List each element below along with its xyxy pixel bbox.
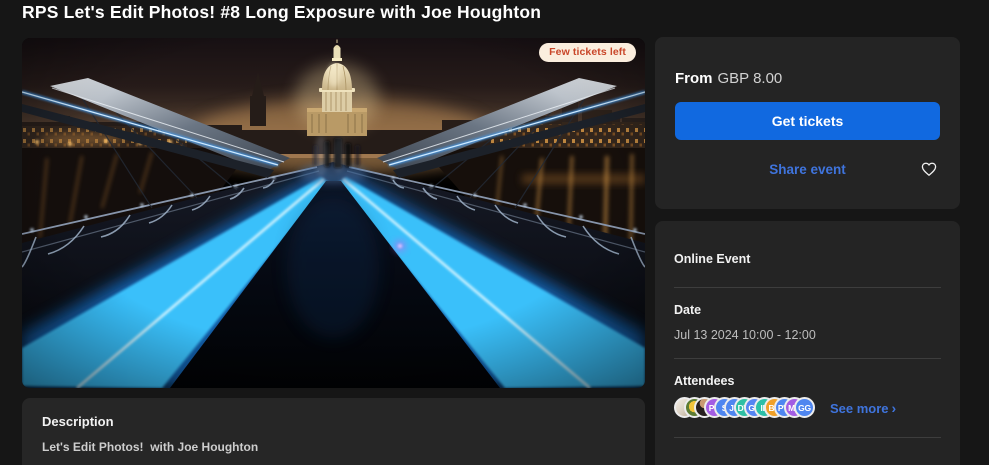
chevron-right-icon: › — [891, 399, 897, 416]
event-page: RPS Let's Edit Photos! #8 Long Exposure … — [0, 0, 989, 465]
divider — [674, 437, 941, 438]
divider — [674, 358, 941, 359]
description-card: Description Let's Edit Photos! with Joe … — [22, 398, 645, 465]
attendees-label: Attendees — [674, 374, 735, 388]
bridge-photo-illustration — [22, 38, 645, 388]
few-tickets-badge: Few tickets left — [539, 43, 636, 62]
attendees-row: PHSJBDWGRIHBRPWMRGG See more› — [674, 397, 941, 418]
price-line: From GBP 8.00 — [675, 70, 940, 87]
date-value: Jul 13 2024 10:00 - 12:00 — [674, 328, 816, 342]
page-title: RPS Let's Edit Photos! #8 Long Exposure … — [22, 2, 542, 22]
share-row: Share event — [675, 159, 940, 179]
price-from-label: From — [675, 70, 713, 87]
date-label: Date — [674, 303, 702, 317]
event-hero-image: Few tickets left — [22, 38, 645, 388]
event-details-card: Online Event Date Jul 13 2024 10:00 - 12… — [655, 221, 960, 465]
ticket-card: From GBP 8.00 Get tickets Share event — [655, 37, 960, 209]
description-heading: Description — [42, 414, 114, 429]
avatar-initials: GG — [798, 402, 811, 413]
divider — [674, 287, 941, 288]
see-more-link[interactable]: See more › — [830, 400, 896, 416]
price-value: GBP 8.00 — [717, 70, 783, 87]
attendee-avatars: PHSJBDWGRIHBRPWMRGG — [674, 397, 815, 418]
share-event-link[interactable]: Share event — [769, 162, 846, 177]
online-event-label: Online Event — [674, 252, 751, 266]
get-tickets-button[interactable]: Get tickets — [675, 102, 940, 140]
description-body: Let's Edit Photos! with Joe Houghton — [42, 440, 259, 454]
avatar-gg[interactable]: GG — [794, 397, 815, 418]
heart-icon[interactable] — [920, 160, 938, 178]
